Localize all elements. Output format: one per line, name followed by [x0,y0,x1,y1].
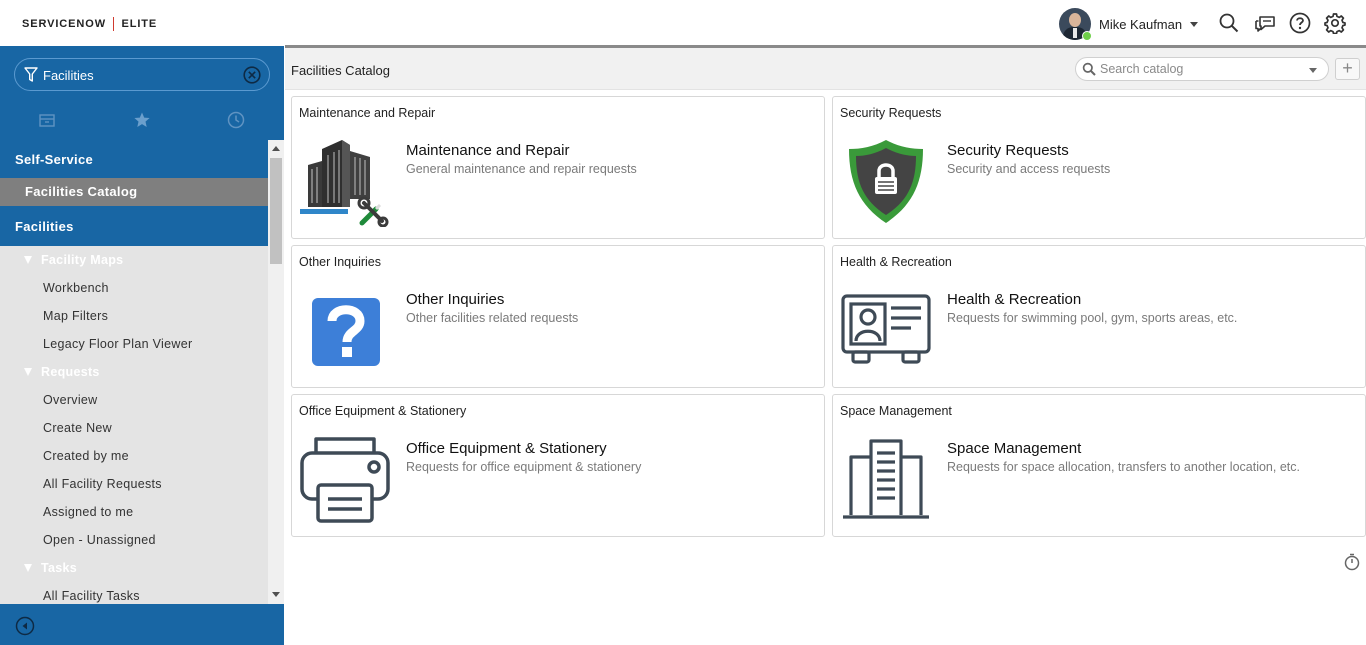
nav-item-created-by-me[interactable]: Created by me [0,442,268,470]
chevron-down-icon [1190,21,1199,27]
id-card-icon [841,286,931,376]
scroll-thumb[interactable] [270,158,282,264]
shield-lock-icon [841,137,931,227]
catalog-card-security-requests[interactable]: Security Requests Security Requests Secu… [832,96,1366,239]
card-title: Maintenance and Repair [406,142,570,159]
logo-edition: ELITE [121,18,158,30]
card-header: Other Inquiries [299,255,381,269]
logo-text: SERVICENOW [22,18,106,30]
nav-item-map-filters[interactable]: Map Filters [0,302,268,330]
nav-section-requests[interactable]: Requests [0,358,268,386]
chevron-down-icon[interactable] [1309,68,1317,73]
search-icon[interactable] [1218,12,1240,34]
nav-item-create-new[interactable]: Create New [0,414,268,442]
nav-item-legacy-floor-plan-viewer[interactable]: Legacy Floor Plan Viewer [0,330,268,358]
catalog-card-space-management[interactable]: Space Management Space Management Reques [832,394,1366,537]
card-description: Requests for swimming pool, gym, sports … [947,311,1238,325]
card-description: Other facilities related requests [406,311,579,325]
navigator-menu: Self-Service Facilities Catalog Faciliti… [0,140,268,604]
search-icon [1082,62,1096,81]
card-header: Office Equipment & Stationery [299,404,467,418]
catalog-toolbar: Facilities Catalog + [285,48,1366,90]
card-description: General maintenance and repair requests [406,162,637,176]
nav-section-label: Facility Maps [41,253,124,267]
catalog-card-other-inquiries[interactable]: Other Inquiries Other Inquiries Other fa… [291,245,825,388]
card-header: Security Requests [840,106,942,120]
nav-section-facility-maps[interactable]: Facility Maps [0,246,268,274]
user-name: Mike Kaufman [1099,16,1183,32]
catalog-search-input[interactable] [1100,61,1300,77]
printer-icon [300,435,390,525]
user-menu[interactable]: Mike Kaufman [1059,8,1199,40]
nav-item-open-unassigned[interactable]: Open - Unassigned [0,526,268,554]
help-icon[interactable] [1289,12,1311,34]
nav-item-assigned-to-me[interactable]: Assigned to me [0,498,268,526]
gear-icon[interactable] [1324,12,1346,35]
scroll-up-icon[interactable] [272,146,280,151]
nav-app-self-service[interactable]: Self-Service [0,140,268,178]
office-building-icon [841,435,931,525]
triangle-down-icon [24,564,32,572]
funnel-icon [24,67,38,88]
app-header: SERVICENOW ELITE Mike Kaufman [0,0,1366,46]
navigator-filter[interactable] [14,58,270,91]
card-description: Requests for office equipment & statione… [406,460,642,474]
collapse-navigator-icon[interactable] [15,616,35,641]
card-header: Space Management [840,404,952,418]
card-header: Health & Recreation [840,255,952,269]
star-icon[interactable] [132,110,152,130]
nav-section-tasks[interactable]: Tasks [0,554,268,582]
nav-module-facilities-catalog[interactable]: Facilities Catalog [0,178,268,206]
application-navigator: Self-Service Facilities Catalog Faciliti… [0,46,284,645]
stopwatch-icon[interactable] [1343,553,1361,576]
navigator-filter-input[interactable] [43,65,233,85]
card-title: Security Requests [947,142,1069,159]
catalog-card-office-equipment[interactable]: Office Equipment & Stationery Office Equ… [291,394,825,537]
nav-app-facilities[interactable]: Facilities [0,206,268,246]
archive-icon[interactable] [37,110,57,130]
nav-item-all-facility-requests[interactable]: All Facility Requests [0,470,268,498]
scroll-down-icon[interactable] [272,592,280,597]
chat-icon[interactable] [1254,12,1276,34]
building-tools-icon [300,137,390,228]
triangle-down-icon [24,256,32,264]
close-icon[interactable] [243,66,261,89]
page-title: Facilities Catalog [291,63,390,78]
catalog-card-health-recreation[interactable]: Health & Recreation Health & Recreation … [832,245,1366,388]
card-title: Other Inquiries [406,291,505,308]
catalog-card-maintenance-and-repair[interactable]: Maintenance and Repair Maintenance and R… [291,96,825,239]
navigator-scrollbar[interactable] [268,140,284,604]
servicenow-logo[interactable]: SERVICENOW ELITE [22,17,157,31]
card-title: Space Management [947,440,1082,457]
nav-section-label: Tasks [41,561,78,575]
triangle-down-icon [24,368,32,376]
nav-section-label: Requests [41,365,100,379]
question-icon [300,286,390,376]
clock-icon[interactable] [226,110,246,130]
logo-separator [112,17,115,31]
nav-item-workbench[interactable]: Workbench [0,274,268,302]
card-title: Health & Recreation [947,291,1082,308]
card-description: Security and access requests [947,162,1111,176]
navigator-tabs [0,104,284,136]
presence-indicator [1082,31,1092,41]
catalog-search[interactable] [1075,57,1329,81]
nav-item-overview[interactable]: Overview [0,386,268,414]
add-button[interactable]: + [1335,58,1360,80]
card-header: Maintenance and Repair [299,106,436,120]
card-title: Office Equipment & Stationery [406,440,607,457]
nav-item-all-facility-tasks[interactable]: All Facility Tasks [0,582,268,604]
catalog-content: Facilities Catalog + Maintenance and Rep… [285,48,1366,645]
card-description: Requests for space allocation, transfers… [947,460,1300,474]
